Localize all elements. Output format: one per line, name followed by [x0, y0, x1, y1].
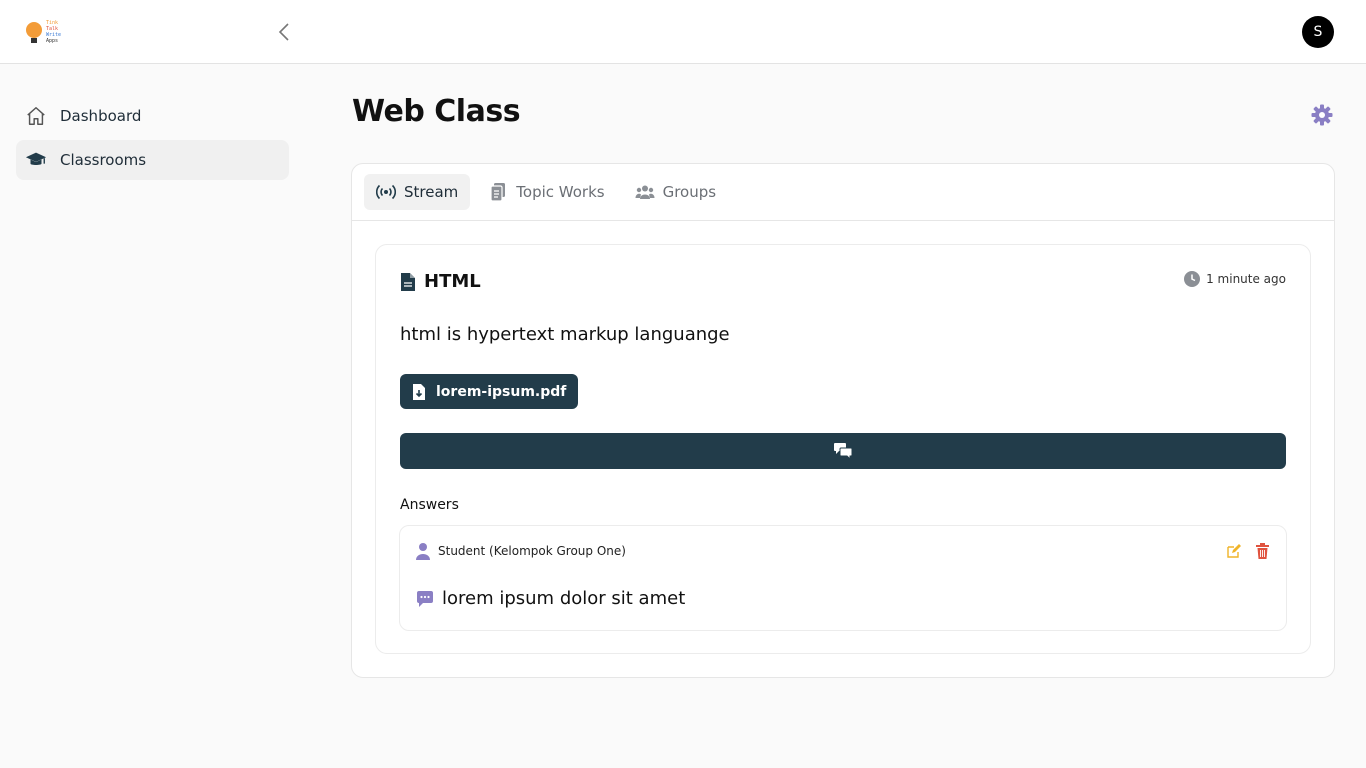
answer-content: lorem ipsum dolor sit amet: [416, 588, 685, 609]
sidebar-item-classrooms[interactable]: Classrooms: [16, 140, 289, 180]
sidebar-item-label: Classrooms: [60, 151, 147, 169]
edit-icon: [1227, 544, 1241, 558]
app-logo[interactable]: Tink Talk Write Apps: [24, 18, 70, 46]
chevron-left-icon: [278, 23, 289, 41]
answer-text: lorem ipsum dolor sit amet: [442, 588, 686, 609]
answers-heading: Answers: [400, 497, 459, 513]
post-title: HTML: [424, 271, 481, 292]
classroom-panel: Stream Topic Works Groups HTML 1 minute …: [351, 163, 1335, 678]
documents-icon: [488, 182, 508, 202]
delete-answer-button[interactable]: [1254, 542, 1270, 560]
trash-icon: [1255, 543, 1269, 559]
graduation-cap-icon: [24, 148, 48, 172]
home-icon: [24, 104, 48, 128]
logo-line: Apps: [46, 38, 59, 44]
file-download-icon: [413, 383, 425, 400]
tab-label: Stream: [404, 183, 459, 201]
attachment-filename: lorem-ipsum.pdf: [436, 383, 567, 400]
broadcast-icon: [376, 182, 396, 202]
sidebar-item-dashboard[interactable]: Dashboard: [16, 96, 289, 136]
answer-author: Student (Kelompok Group One): [416, 542, 626, 560]
users-icon: [635, 182, 655, 202]
class-settings-button[interactable]: [1310, 103, 1334, 127]
comment-dots-icon: [417, 590, 433, 607]
post-card: HTML 1 minute ago html is hypertext mark…: [375, 244, 1311, 654]
tab-label: Topic Works: [516, 183, 605, 201]
logo-text: Tink Talk Write Apps: [46, 20, 68, 44]
user-avatar[interactable]: S: [1302, 16, 1334, 48]
tab-groups[interactable]: Groups: [623, 174, 728, 210]
post-timestamp: 1 minute ago: [1184, 271, 1286, 287]
tab-stream[interactable]: Stream: [364, 174, 471, 210]
top-bar: Tink Talk Write Apps S: [0, 0, 1366, 64]
tab-topic-works[interactable]: Topic Works: [476, 174, 616, 210]
tab-label: Groups: [662, 183, 717, 201]
sidebar-item-label: Dashboard: [60, 107, 142, 125]
comments-icon: [834, 443, 853, 460]
edit-answer-button[interactable]: [1226, 542, 1242, 560]
post-time-text: 1 minute ago: [1206, 272, 1286, 286]
collapse-sidebar-button[interactable]: [272, 20, 296, 44]
answer-item: Student (Kelompok Group One) lorem ipsum…: [399, 525, 1287, 631]
attachment-download-button[interactable]: lorem-ipsum.pdf: [400, 374, 579, 409]
post-header: HTML: [400, 271, 481, 292]
sidebar: Dashboard Classrooms: [16, 96, 289, 184]
post-description: html is hypertext markup languange: [400, 324, 730, 345]
discussion-button[interactable]: [400, 433, 1286, 469]
gear-icon: [1311, 104, 1333, 126]
tab-bar: Stream Topic Works Groups: [352, 164, 1334, 221]
document-icon: [401, 272, 415, 291]
page-title: Web Class: [352, 94, 521, 129]
user-icon: [416, 543, 430, 560]
answer-actions: [1214, 542, 1270, 560]
clock-icon: [1184, 271, 1201, 287]
lightbulb-icon: [26, 22, 42, 43]
answer-author-name: Student (Kelompok Group One): [438, 544, 626, 558]
